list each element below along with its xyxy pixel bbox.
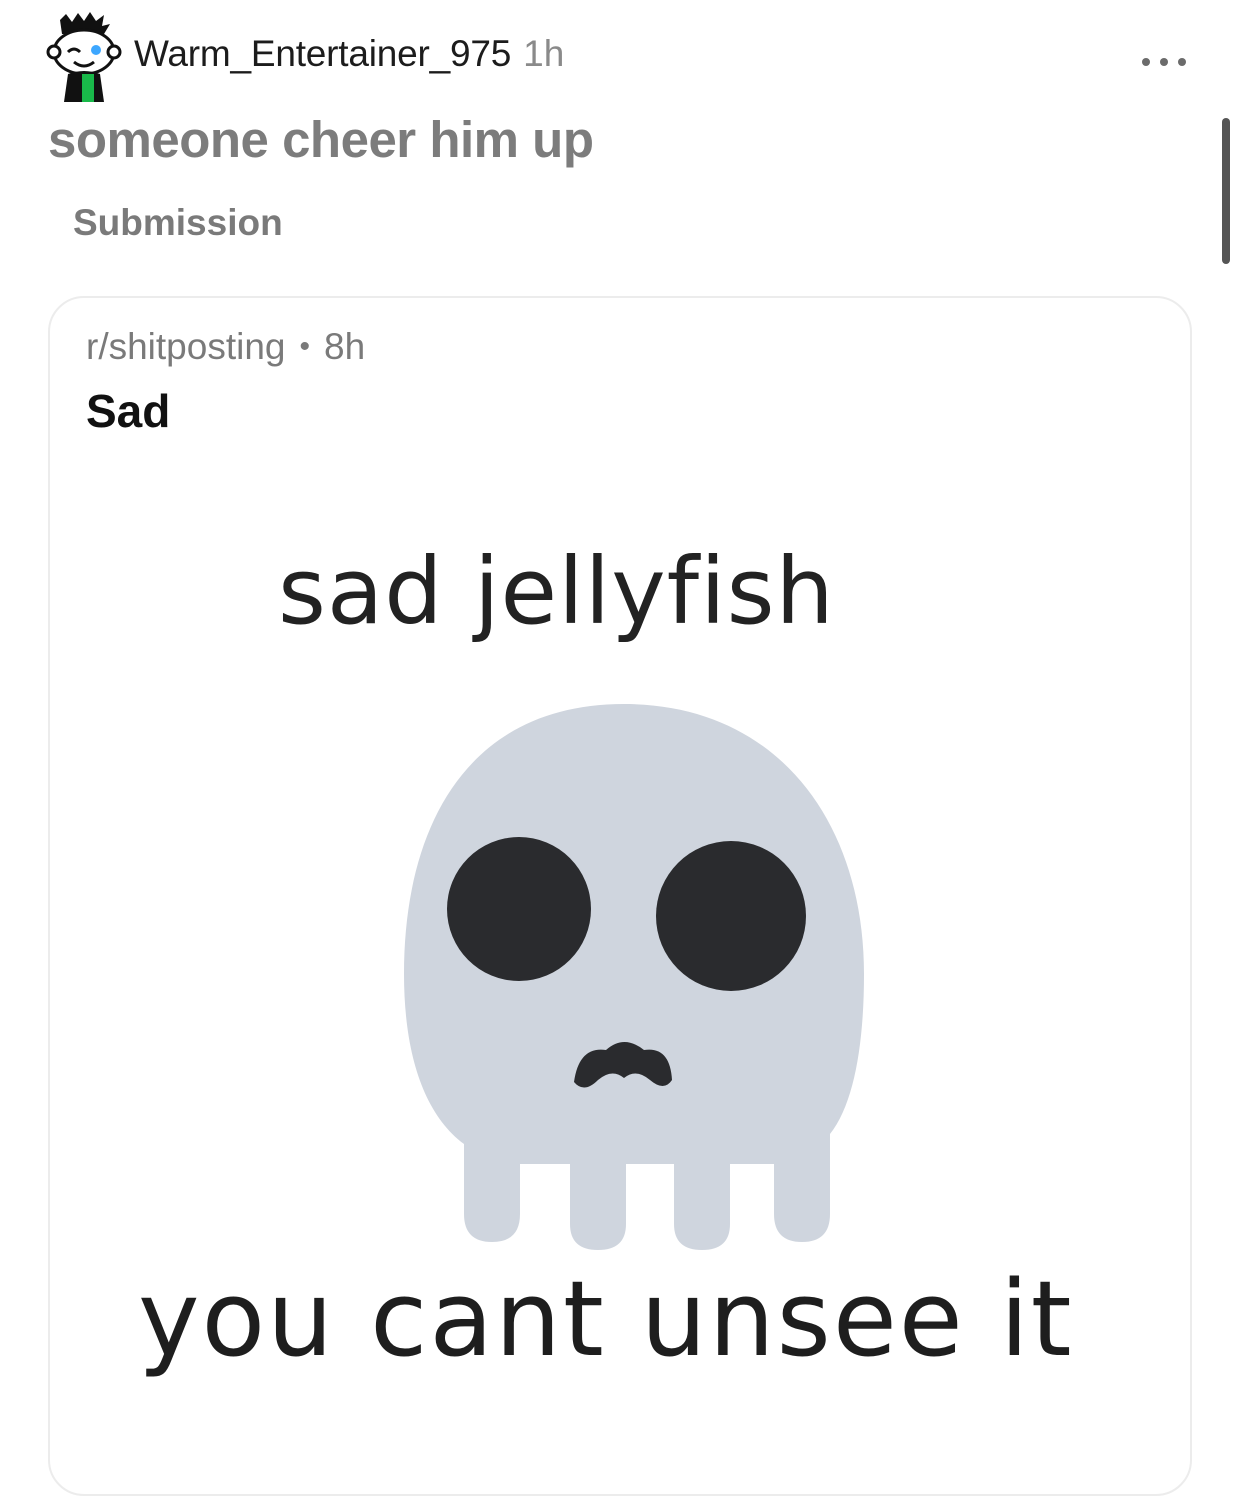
- embedded-post-title[interactable]: Sad: [86, 384, 170, 438]
- more-horizontal-icon: [1178, 58, 1186, 66]
- meme-bottom-caption: you cant unsee it: [138, 1258, 1074, 1380]
- embedded-post-meta: r/shitposting • 8h: [86, 326, 365, 368]
- comment-body: someone cheer him up: [48, 111, 594, 168]
- comment-timestamp: 1h: [523, 33, 565, 74]
- skull-cranium: [404, 704, 864, 1250]
- scrollbar[interactable]: [1222, 118, 1230, 264]
- comment-header: Warm_Entertainer_975 1h: [46, 12, 564, 102]
- more-options-button[interactable]: [1142, 50, 1186, 74]
- more-horizontal-icon: [1160, 58, 1168, 66]
- post-timestamp: 8h: [324, 326, 366, 367]
- meme-top-caption: sad jellyfish: [278, 538, 835, 645]
- submission-label: Submission: [73, 202, 283, 243]
- skull-eye-left: [447, 837, 591, 981]
- skull-eye-right: [656, 841, 806, 991]
- embedded-post-card[interactable]: r/shitposting • 8h Sad sad jellyfish you…: [48, 296, 1192, 1496]
- username[interactable]: Warm_Entertainer_975: [134, 33, 511, 75]
- meme-image[interactable]: sad jellyfish you cant unsee it: [138, 534, 1146, 1434]
- subreddit-link[interactable]: r/shitposting: [86, 326, 286, 368]
- meta-separator: •: [299, 330, 311, 363]
- snoo-avatar-icon[interactable]: [46, 12, 122, 102]
- more-horizontal-icon: [1142, 58, 1150, 66]
- skull-icon: [404, 704, 864, 1250]
